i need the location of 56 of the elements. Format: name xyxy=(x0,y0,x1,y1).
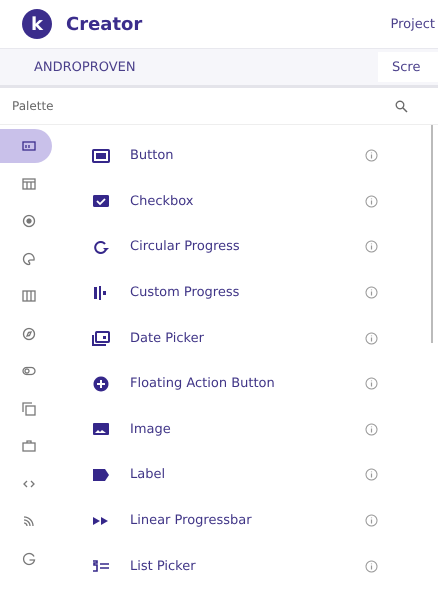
list-icon xyxy=(92,558,110,574)
info-icon[interactable] xyxy=(365,286,378,300)
component-label: Linear Progressbar xyxy=(130,513,252,528)
logo-icon: k xyxy=(22,9,52,39)
info-icon[interactable] xyxy=(365,240,378,254)
component-item[interactable]: Custom Progress xyxy=(64,270,438,316)
briefcase-icon xyxy=(22,439,36,454)
refresh-icon xyxy=(92,238,110,255)
component-item[interactable]: Label xyxy=(64,452,438,498)
columns-icon xyxy=(22,289,36,304)
component-item[interactable]: Image xyxy=(64,406,438,452)
component-item[interactable]: Floating Action Button xyxy=(64,360,438,407)
project-name: ANDROPROVEN xyxy=(34,60,136,74)
info-icon[interactable] xyxy=(365,514,378,528)
search-icon[interactable] xyxy=(395,100,408,112)
palette-title: Palette xyxy=(12,99,54,113)
screen-tab[interactable]: Scre xyxy=(378,52,438,82)
letter-g-icon xyxy=(22,552,36,566)
scrollbar[interactable] xyxy=(431,125,433,343)
rss-icon xyxy=(22,514,36,528)
tag-icon xyxy=(92,466,110,483)
component-item[interactable]: List Picker xyxy=(64,543,438,589)
info-icon[interactable] xyxy=(365,332,378,345)
component-label: Checkbox xyxy=(130,194,194,209)
info-icon[interactable] xyxy=(365,377,378,390)
compass-icon xyxy=(22,326,36,341)
component-item[interactable]: Date Picker xyxy=(64,315,438,361)
component-label: Custom Progress xyxy=(130,285,240,300)
component-label: Date Picker xyxy=(130,330,204,346)
plus-icon xyxy=(92,376,110,392)
component-item[interactable]: Linear Progressbar xyxy=(64,498,438,544)
info-icon[interactable] xyxy=(365,149,378,162)
component-label: Button xyxy=(130,148,174,164)
category-tab[interactable] xyxy=(0,129,52,163)
component-item[interactable]: Button xyxy=(64,133,438,179)
component-label: Label xyxy=(130,467,166,482)
info-icon[interactable] xyxy=(365,194,378,208)
layout-icon xyxy=(22,139,36,153)
component-label: Image xyxy=(130,422,171,437)
project-menu[interactable]: Project xyxy=(390,16,435,32)
component-label: Circular Progress xyxy=(130,239,240,254)
image-icon xyxy=(92,421,110,438)
info-icon[interactable] xyxy=(365,468,378,482)
copy-icon xyxy=(22,402,36,416)
table-icon xyxy=(22,176,36,191)
palette-icon xyxy=(22,252,36,266)
button-icon xyxy=(92,148,110,164)
component-item[interactable]: Checkbox xyxy=(64,178,438,224)
component-item[interactable]: Circular Progress xyxy=(64,224,438,270)
info-icon[interactable] xyxy=(365,422,378,436)
checkbox-icon xyxy=(92,193,110,210)
calendar-icon xyxy=(92,330,110,346)
app-name: Creator xyxy=(66,14,142,34)
info-icon[interactable] xyxy=(365,560,378,573)
component-label: Floating Action Button xyxy=(130,376,275,392)
component-label: List Picker xyxy=(130,558,196,574)
